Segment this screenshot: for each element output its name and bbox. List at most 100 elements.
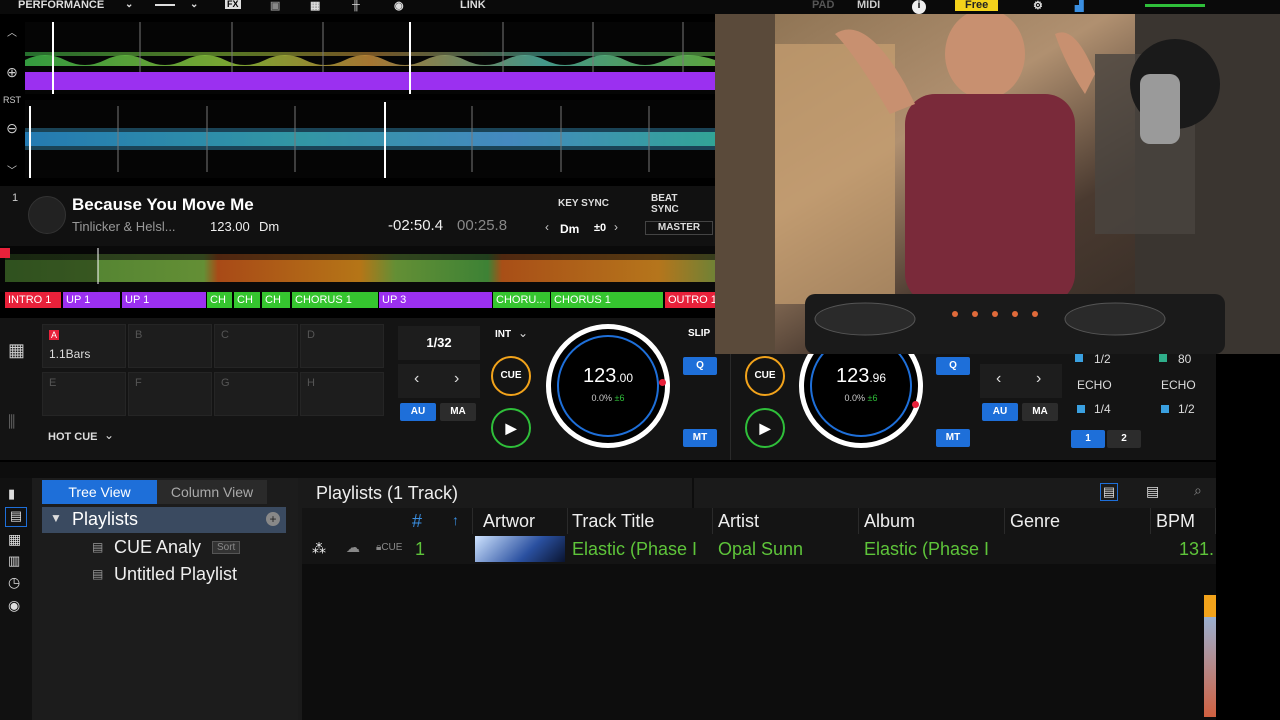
- deck2-cue-button[interactable]: CUE: [745, 356, 785, 396]
- deck2-play-icon[interactable]: ▶: [745, 408, 785, 448]
- overview-waveform[interactable]: [0, 246, 715, 292]
- grid-icon[interactable]: ▦: [8, 531, 21, 548]
- zoom-down-icon[interactable]: ﹀: [0, 162, 24, 177]
- col-header-album[interactable]: Album: [859, 508, 1005, 534]
- sampler-icon[interactable]: ▥: [8, 553, 20, 569]
- fx-name-left[interactable]: ECHO: [1077, 378, 1112, 392]
- slip-button[interactable]: SLIP: [688, 328, 710, 339]
- sort-badge[interactable]: Sort: [212, 541, 241, 554]
- scrollbar-track[interactable]: [1204, 617, 1216, 717]
- bookmark-icon[interactable]: ▮: [8, 486, 15, 502]
- phrase-segment[interactable]: CHORUS 1: [551, 292, 663, 308]
- col-header-genre[interactable]: Genre: [1005, 508, 1151, 534]
- master-tempo-button[interactable]: MT: [936, 429, 970, 447]
- lock-icon[interactable]: ▣: [270, 0, 280, 12]
- link-button[interactable]: LINK: [460, 0, 486, 11]
- phrase-segment[interactable]: CH: [207, 292, 232, 308]
- tree-root-row[interactable]: ▼ Playlists +: [42, 507, 286, 533]
- grid-icon[interactable]: ▦: [310, 0, 320, 12]
- mixer-icon[interactable]: ╫: [352, 0, 360, 11]
- zoom-up-icon[interactable]: ︿: [0, 24, 24, 39]
- phrase-segment[interactable]: UP 1: [122, 292, 206, 308]
- col-header-title[interactable]: Track Title: [567, 508, 713, 534]
- hot-cue-pad-c[interactable]: C: [214, 324, 298, 368]
- fx-button[interactable]: FX: [225, 0, 241, 9]
- phrase-segment[interactable]: CH: [234, 292, 260, 308]
- reset-button[interactable]: RST: [0, 95, 24, 105]
- manual-beat-button[interactable]: MA: [440, 403, 476, 421]
- master-tempo-button[interactable]: MT: [683, 429, 717, 447]
- gear-icon[interactable]: ⚙: [1033, 0, 1043, 12]
- tree-item-untitled[interactable]: ▤ Untitled Playlist: [92, 564, 292, 588]
- layout-icon[interactable]: ⫼: [8, 414, 15, 432]
- quantize-button[interactable]: Q: [936, 357, 970, 375]
- key-sync-button[interactable]: KEY SYNC: [558, 198, 609, 209]
- zoom-in-icon[interactable]: ⊕: [0, 64, 24, 81]
- manual-beat-button[interactable]: MA: [1022, 403, 1058, 421]
- table-row[interactable]: ⁂ ☁ 🔒︎CUE 1 Elastic (Phase I Opal Sunn E…: [302, 536, 1216, 564]
- phrase-segment[interactable]: CHORUS 1: [292, 292, 378, 308]
- deck2-waveform[interactable]: [25, 100, 715, 178]
- search-icon[interactable]: ⌕: [1194, 482, 1202, 499]
- phrase-segment[interactable]: OUTRO 1: [665, 292, 715, 308]
- chevron-down-icon[interactable]: ⌄: [125, 0, 133, 10]
- collection-icon[interactable]: ▤: [5, 507, 27, 527]
- pad-grid-icon[interactable]: ▦: [8, 340, 25, 361]
- monitor-icon[interactable]: ▟: [1075, 0, 1083, 12]
- list-view-icon[interactable]: ▤: [1100, 483, 1118, 501]
- record-icon[interactable]: ◉: [8, 597, 20, 614]
- hot-cue-pad-g[interactable]: G: [214, 372, 298, 416]
- key-left-icon[interactable]: ‹: [545, 220, 549, 234]
- history-icon[interactable]: ◷: [8, 574, 20, 591]
- scrollbar-thumb[interactable]: [1204, 595, 1216, 617]
- beat-loop-display[interactable]: 1/32: [398, 326, 480, 360]
- chevron-down-icon[interactable]: ⌄: [104, 428, 114, 442]
- phrase-segment[interactable]: INTRO 1: [5, 292, 61, 308]
- hot-cue-pad-b[interactable]: B: [128, 324, 212, 368]
- pad-button[interactable]: PAD: [812, 0, 834, 11]
- hot-cue-pad-d[interactable]: D: [300, 324, 384, 368]
- loop-left-icon[interactable]: ‹: [996, 370, 1001, 388]
- hot-cue-pad-f[interactable]: F: [128, 372, 212, 416]
- auto-beat-button[interactable]: AU: [400, 403, 436, 421]
- pad-mode-select[interactable]: HOT CUE: [48, 431, 98, 443]
- loop-right-icon[interactable]: ›: [1036, 370, 1041, 388]
- zoom-out-icon[interactable]: ⊖: [0, 120, 24, 137]
- tab-column-view[interactable]: Column View: [157, 480, 267, 504]
- col-header-index[interactable]: #: [407, 508, 473, 534]
- chevron-down-icon[interactable]: ⌄: [518, 326, 528, 340]
- auto-beat-button[interactable]: AU: [982, 403, 1018, 421]
- int-button[interactable]: INT: [495, 329, 511, 340]
- loop-left-icon[interactable]: ‹: [414, 370, 419, 388]
- quantize-button[interactable]: Q: [683, 357, 717, 375]
- col-header-artwork[interactable]: Artwor: [478, 508, 568, 534]
- phrase-segment[interactable]: UP 1: [63, 292, 120, 308]
- hot-cue-pad-e[interactable]: E: [42, 372, 126, 416]
- chevron-down-icon[interactable]: ⌄: [190, 0, 198, 10]
- add-playlist-icon[interactable]: +: [266, 512, 280, 526]
- sort-asc-icon[interactable]: ↑: [452, 512, 459, 528]
- hot-cue-pad-h[interactable]: H: [300, 372, 384, 416]
- phrase-segment[interactable]: UP 3: [379, 292, 492, 308]
- deck1-waveform[interactable]: [25, 22, 715, 94]
- caret-down-icon[interactable]: ▼: [50, 511, 62, 525]
- col-header-artist[interactable]: Artist: [713, 508, 859, 534]
- deck1-jog-display[interactable]: 123.00 0.0% ±6: [546, 324, 670, 448]
- loop-right-icon[interactable]: ›: [454, 370, 459, 388]
- col-header-bpm[interactable]: BPM: [1151, 508, 1216, 534]
- record-icon[interactable]: ◉: [394, 0, 404, 12]
- master-button[interactable]: MASTER: [645, 221, 713, 235]
- beat-sync-button[interactable]: BEAT SYNC: [651, 193, 681, 215]
- deck1-play-icon[interactable]: ▶: [491, 408, 531, 448]
- phrase-segment[interactable]: CHORU...: [493, 292, 550, 308]
- phrase-segment[interactable]: CH: [262, 292, 290, 308]
- fx-tab-1[interactable]: 1: [1071, 430, 1105, 448]
- browser-divider[interactable]: [0, 462, 1216, 478]
- info-icon[interactable]: i: [912, 0, 926, 14]
- tree-item-cue-analysis[interactable]: ▤ CUE Analy Sort: [92, 537, 292, 561]
- fx-tab-2[interactable]: 2: [1107, 430, 1141, 448]
- deck1-cue-button[interactable]: CUE: [491, 356, 531, 396]
- menu-icon[interactable]: [155, 4, 175, 6]
- plan-badge[interactable]: Free: [955, 0, 999, 11]
- mode-label[interactable]: PERFORMANCE: [18, 0, 104, 11]
